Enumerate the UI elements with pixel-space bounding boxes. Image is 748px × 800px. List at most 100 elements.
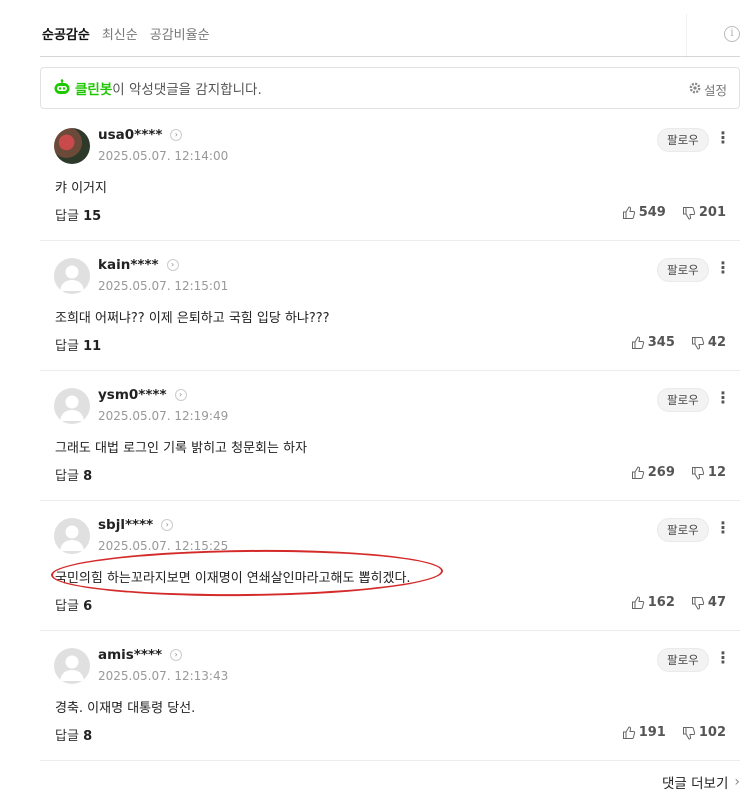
follow-button[interactable]: 팔로우 [657, 258, 709, 282]
cleanbot-settings-button[interactable]: 설정 [689, 80, 727, 99]
reply-button[interactable]: 답글 6 [55, 595, 92, 614]
author-name: ysm0**** [98, 387, 167, 403]
comment-text: 캬 이거지 [55, 181, 107, 196]
comment-text: 그래도 대법 로그인 기록 밝히고 청문회는 하자 [55, 441, 308, 456]
dislike-count: 12 [707, 465, 726, 480]
thumbs-up-icon [622, 725, 635, 739]
info-icon[interactable]: i [724, 26, 740, 42]
vote-group: 345 42 [631, 335, 726, 350]
thumbs-up-icon [622, 205, 635, 219]
avatar[interactable] [54, 128, 90, 164]
comment-text: 조희대 어쩌냐?? 이제 은퇴하고 국힘 입당 하냐??? [55, 311, 330, 326]
thumbs-down-icon [682, 726, 696, 740]
sort-tab-latest[interactable]: 최신순 [102, 24, 138, 43]
more-options-icon[interactable]: ⋮ [715, 128, 731, 150]
like-button[interactable]: 162 [631, 595, 675, 610]
like-count: 549 [638, 205, 666, 220]
dislike-count: 201 [698, 205, 726, 220]
avatar[interactable] [54, 648, 90, 684]
thumbs-down-icon [691, 596, 705, 610]
dislike-button[interactable]: 102 [682, 725, 726, 740]
thumbs-up-icon [631, 595, 644, 609]
like-count: 345 [647, 335, 675, 350]
like-count: 269 [647, 465, 675, 480]
more-options-icon[interactable]: ⋮ [715, 388, 731, 410]
chevron-right-icon: › [166, 259, 179, 271]
dislike-count: 102 [698, 725, 726, 740]
comment-item: amis**** › 2025.05.07. 12:13:43 팔로우 ⋮ 경축.… [40, 631, 740, 761]
reply-label: 답글 [55, 599, 79, 614]
avatar[interactable] [54, 258, 90, 294]
vote-group: 549 201 [622, 205, 726, 220]
author-name: sbjl**** [98, 517, 154, 533]
dislike-button[interactable]: 47 [691, 595, 726, 610]
reply-label: 답글 [55, 339, 79, 354]
avatar[interactable] [54, 518, 90, 554]
more-options-icon[interactable]: ⋮ [715, 518, 731, 540]
cleanbot-banner: 클린봇 이 악성댓글을 감지합니다. 설정 [40, 67, 740, 109]
sort-tabs: 순공감순 최신순 공감비율순 [42, 24, 210, 43]
like-button[interactable]: 549 [622, 205, 666, 220]
chevron-right-icon: › [734, 774, 740, 790]
dislike-button[interactable]: 42 [691, 335, 726, 350]
comment-author[interactable]: usa0**** › [98, 127, 183, 143]
reply-button[interactable]: 답글 8 [55, 465, 92, 484]
more-options-icon[interactable]: ⋮ [715, 258, 731, 280]
reply-label: 답글 [55, 729, 79, 744]
like-count: 162 [647, 595, 675, 610]
reply-count: 8 [83, 729, 93, 744]
follow-button[interactable]: 팔로우 [657, 518, 709, 542]
author-name: usa0**** [98, 127, 163, 143]
reply-label: 답글 [55, 469, 79, 484]
comment-text: 국민의힘 하는꼬라지보면 이재명이 연쇄살인마라고해도 뽑히겠다. [55, 571, 411, 586]
gear-icon [689, 82, 701, 97]
vote-group: 269 12 [631, 465, 726, 480]
divider [686, 14, 687, 58]
comment-text: 경축. 이재명 대통령 당선. [55, 701, 196, 716]
follow-button[interactable]: 팔로우 [657, 388, 709, 412]
follow-button[interactable]: 팔로우 [657, 648, 709, 672]
reply-count: 11 [83, 339, 102, 354]
reply-count: 15 [83, 209, 102, 224]
thumbs-up-icon [631, 465, 644, 479]
like-button[interactable]: 191 [622, 725, 666, 740]
thumbs-up-icon [631, 335, 644, 349]
comment-author[interactable]: amis**** › [98, 647, 183, 663]
avatar[interactable] [54, 388, 90, 424]
like-button[interactable]: 269 [631, 465, 675, 480]
chevron-right-icon: › [170, 129, 183, 141]
vote-group: 191 102 [622, 725, 726, 740]
dislike-button[interactable]: 201 [682, 205, 726, 220]
reply-button[interactable]: 답글 15 [55, 205, 101, 224]
sort-tab-ratio[interactable]: 공감비율순 [150, 24, 210, 43]
dislike-button[interactable]: 12 [691, 465, 726, 480]
thumbs-down-icon [682, 206, 696, 220]
comment-date: 2025.05.07. 12:15:25 [98, 539, 229, 553]
like-button[interactable]: 345 [631, 335, 675, 350]
more-options-icon[interactable]: ⋮ [715, 648, 731, 670]
vote-group: 162 47 [631, 595, 726, 610]
more-comments-button[interactable]: 댓글 더보기 › [662, 772, 740, 792]
like-count: 191 [638, 725, 666, 740]
reply-count: 8 [83, 469, 93, 484]
author-name: amis**** [98, 647, 163, 663]
dislike-count: 47 [707, 595, 726, 610]
comment-author[interactable]: sbjl**** › [98, 517, 174, 533]
follow-button[interactable]: 팔로우 [657, 128, 709, 152]
reply-label: 답글 [55, 209, 79, 224]
comment-item: usa0**** › 2025.05.07. 12:14:00 팔로우 ⋮ 캬 이… [40, 111, 740, 241]
sort-tab-popular[interactable]: 순공감순 [42, 24, 90, 43]
more-comments-label: 댓글 더보기 [661, 776, 729, 792]
chevron-right-icon: › [174, 389, 187, 401]
comment-item: sbjl**** › 2025.05.07. 12:15:25 팔로우 ⋮ 국민의… [40, 501, 740, 631]
thumbs-down-icon [691, 466, 705, 480]
reply-button[interactable]: 답글 8 [55, 725, 92, 744]
dislike-count: 42 [707, 335, 726, 350]
chevron-right-icon: › [170, 649, 183, 661]
settings-label: 설정 [703, 83, 727, 98]
reply-button[interactable]: 답글 11 [55, 335, 101, 354]
comment-author[interactable]: ysm0**** › [98, 387, 187, 403]
comment-author[interactable]: kain**** › [98, 257, 179, 273]
comment-date: 2025.05.07. 12:15:01 [98, 279, 229, 293]
cleanbot-message: 이 악성댓글을 감지합니다. [112, 82, 262, 98]
